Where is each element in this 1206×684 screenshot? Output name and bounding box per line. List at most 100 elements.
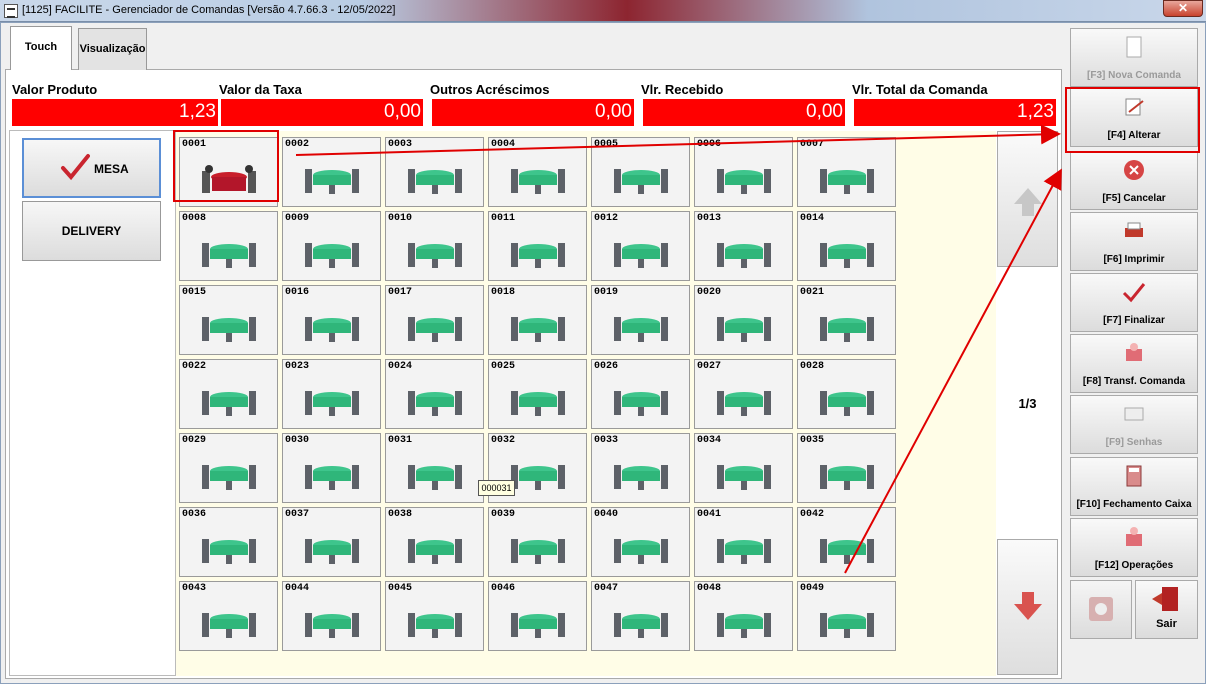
dining-table-icon [820,613,874,638]
table-tile[interactable]: 0030 [282,433,381,503]
dining-table-icon [614,317,668,342]
arrow-down-icon [1014,592,1042,620]
table-number: 0044 [285,583,310,594]
table-tile[interactable]: 0013 [694,211,793,281]
table-tile[interactable]: 0049 [797,581,896,651]
table-tile[interactable]: 0039 [488,507,587,577]
table-number: 0012 [594,213,619,224]
table-tile[interactable]: 0031 [385,433,484,503]
table-tile[interactable]: 0036 [179,507,278,577]
table-tile[interactable]: 0016 [282,285,381,355]
dining-table-icon [511,539,565,564]
table-tile[interactable]: 0021 [797,285,896,355]
side-button[interactable]: [F8] Transf. Comanda [1070,334,1198,393]
table-tile[interactable]: 0012 [591,211,690,281]
table-tile[interactable]: 0009 [282,211,381,281]
table-tile[interactable]: 0029 [179,433,278,503]
table-number: 0020 [697,287,722,298]
mesa-button[interactable]: MESA [22,138,161,198]
dining-table-icon [511,169,565,194]
table-tile[interactable]: 0045 [385,581,484,651]
side-button[interactable]: [F10] Fechamento Caixa [1070,457,1198,516]
table-number: 0011 [491,213,516,224]
dining-table-icon [614,169,668,194]
mesa-label: MESA [94,162,129,176]
table-tile[interactable]: 0048 [694,581,793,651]
table-tile[interactable]: 0027 [694,359,793,429]
table-number: 0002 [285,139,310,150]
table-tile[interactable]: 0010 [385,211,484,281]
side-button[interactable]: [F9] Senhas [1070,395,1198,454]
sair-label: Sair [1156,618,1177,630]
delivery-button[interactable]: DELIVERY [22,201,161,261]
table-number: 0013 [697,213,722,224]
table-tile[interactable]: 0035 [797,433,896,503]
dining-table-icon [305,317,359,342]
arrow-up-icon [1014,188,1042,216]
table-tile[interactable]: 0023 [282,359,381,429]
table-tile[interactable]: 0034 [694,433,793,503]
operations-small-button[interactable] [1070,580,1132,639]
dining-table-icon [408,243,462,268]
table-tile[interactable]: 0028 [797,359,896,429]
side-button-label: [F9] Senhas [1105,437,1163,448]
table-tile[interactable]: 0017 [385,285,484,355]
table-tile[interactable]: 0043 [179,581,278,651]
dining-table-icon [408,169,462,194]
scroll-up-button[interactable] [997,131,1058,267]
sair-button[interactable]: Sair [1135,580,1198,639]
table-tile[interactable]: 0006 [694,137,793,207]
side-button[interactable]: [F3] Nova Comanda [1070,28,1198,87]
table-number: 0049 [800,583,825,594]
table-tile[interactable]: 0041 [694,507,793,577]
table-tile[interactable]: 0042 [797,507,896,577]
dining-table-icon [305,539,359,564]
table-tile[interactable]: 0014 [797,211,896,281]
side-button[interactable]: [F6] Imprimir [1070,212,1198,271]
side-button-label: [F6] Imprimir [1103,254,1165,265]
table-tile[interactable]: 0022 [179,359,278,429]
side-button-label: [F8] Transf. Comanda [1082,376,1186,387]
tab-visualizacao[interactable]: Visualização [78,28,147,70]
table-tile[interactable]: 0046 [488,581,587,651]
dining-table-icon [614,391,668,416]
side-button[interactable]: [F12] Operações [1070,518,1198,577]
table-tile[interactable]: 0008 [179,211,278,281]
table-tile[interactable]: 0015 [179,285,278,355]
table-tile[interactable]: 0020 [694,285,793,355]
settings-icon [1089,597,1113,621]
vlr-total-value: 1,23 [854,99,1056,126]
side-button-label: [F5] Cancelar [1102,193,1166,204]
printer-icon [1125,222,1143,237]
side-button[interactable]: [F5] Cancelar [1070,151,1198,210]
table-tile[interactable]: 0047 [591,581,690,651]
table-tile[interactable]: 0005 [591,137,690,207]
table-number: 0007 [800,139,825,150]
scroll-down-button[interactable] [997,539,1058,675]
cancel-icon [1124,160,1144,180]
table-tile[interactable]: 0019 [591,285,690,355]
table-tile[interactable]: 0024 [385,359,484,429]
table-tile[interactable]: 0044 [282,581,381,651]
dining-table-icon [305,391,359,416]
table-tile[interactable]: 0040 [591,507,690,577]
table-tile[interactable]: 0011 [488,211,587,281]
table-tile[interactable]: 0033 [591,433,690,503]
table-tile[interactable]: 0004 [488,137,587,207]
table-tile[interactable]: 0026 [591,359,690,429]
table-tile[interactable]: 0037 [282,507,381,577]
table-tile[interactable]: 0038 [385,507,484,577]
valor-produto-label: Valor Produto [12,82,98,97]
side-button[interactable]: [F7] Finalizar [1070,273,1198,332]
close-button[interactable]: ✕ [1163,0,1203,17]
dining-table-icon [820,317,874,342]
table-tile[interactable]: 0003 [385,137,484,207]
valor-produto-value: 1,23 [12,99,218,126]
dining-table-icon [305,465,359,490]
tab-touch[interactable]: Touch [10,26,72,70]
vlr-total-label: Vlr. Total da Comanda [852,82,988,97]
table-tile[interactable]: 0025 [488,359,587,429]
table-tile[interactable]: 0007 [797,137,896,207]
table-tile[interactable]: 0018 [488,285,587,355]
table-tile[interactable]: 0002 [282,137,381,207]
